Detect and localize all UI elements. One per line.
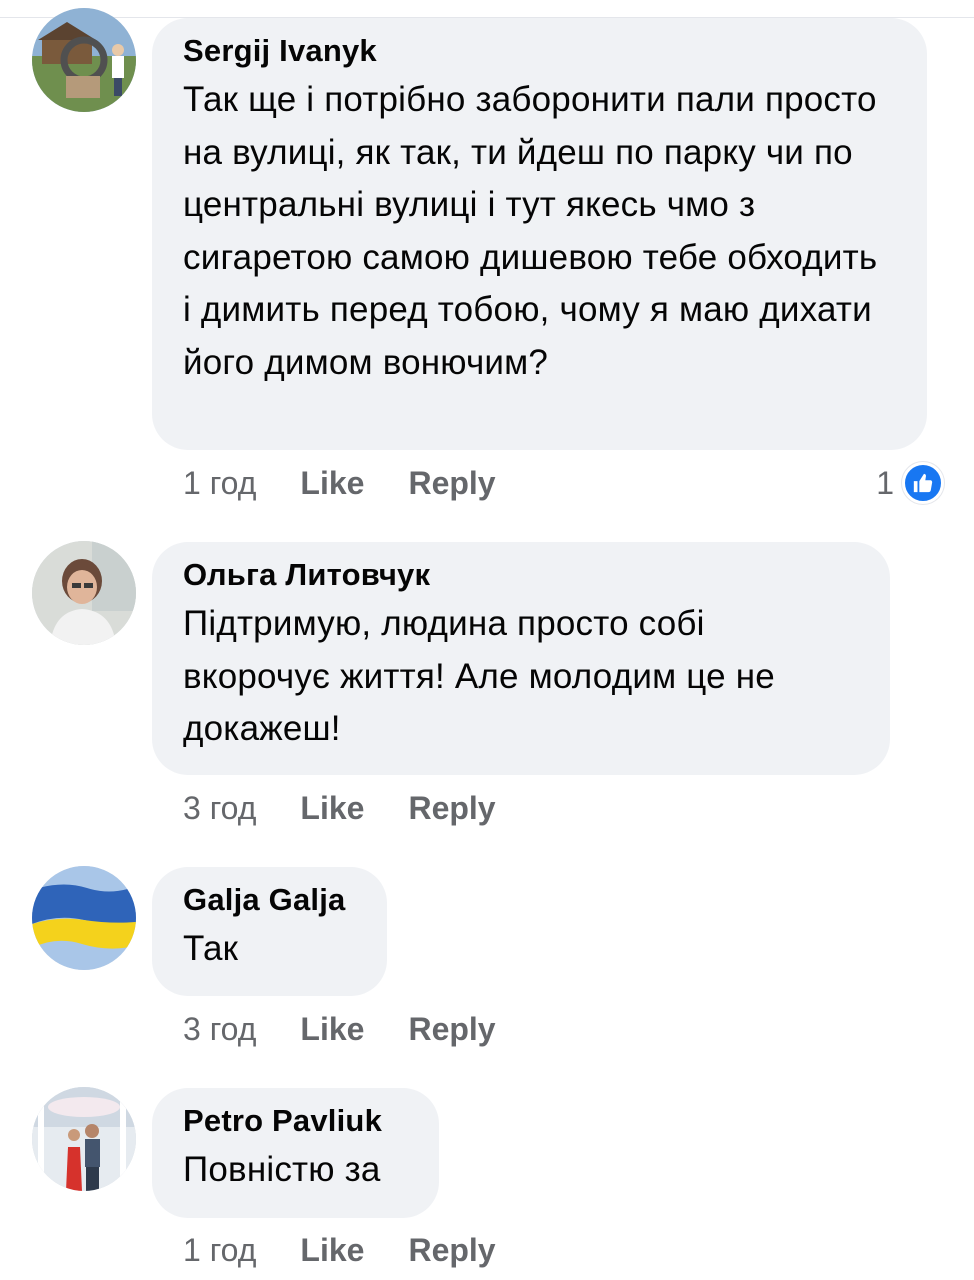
reply-button[interactable]: Reply — [408, 790, 495, 827]
avatar[interactable] — [32, 1087, 136, 1191]
comment-text: Так — [183, 929, 239, 968]
comment-actions: 1 год Like Reply — [183, 1230, 540, 1270]
reply-button[interactable]: Reply — [408, 1011, 495, 1048]
avatar-flag-icon — [32, 866, 136, 970]
comment-actions: 3 год Like Reply — [183, 788, 540, 828]
comment-author[interactable]: Galja Galja — [183, 881, 355, 919]
thumbs-up-icon — [902, 462, 944, 504]
like-button[interactable]: Like — [300, 465, 364, 502]
top-divider — [0, 0, 974, 18]
comment-text: Так ще і потрібно заборонити пали просто… — [183, 80, 878, 382]
avatar[interactable] — [32, 866, 136, 970]
comment-author[interactable]: Petro Pavliuk — [183, 1102, 407, 1140]
avatar[interactable] — [32, 541, 136, 645]
like-button[interactable]: Like — [300, 1232, 364, 1269]
comment-bubble: Ольга Литовчук Підтримую, людина просто … — [152, 542, 890, 775]
avatar-photo-icon — [32, 1087, 136, 1191]
reaction-count: 1 — [876, 464, 894, 501]
comment-bubble: Galja Galja Так — [152, 867, 387, 996]
comment-timestamp[interactable]: 1 год — [183, 465, 256, 502]
comment-bubble: Sergij Ivanyk Так ще і потрібно заборони… — [152, 18, 927, 450]
reply-button[interactable]: Reply — [408, 1232, 495, 1269]
like-button[interactable]: Like — [300, 1011, 364, 1048]
comment-text: Повністю за — [183, 1150, 381, 1189]
comment-timestamp[interactable]: 3 год — [183, 1011, 256, 1048]
comment-author[interactable]: Ольга Литовчук — [183, 556, 858, 594]
comment-timestamp[interactable]: 3 год — [183, 790, 256, 827]
comment-text: Підтримую, людина просто собі вкорочує ж… — [183, 604, 775, 748]
comment-actions: 3 год Like Reply — [183, 1009, 540, 1049]
comment-author[interactable]: Sergij Ivanyk — [183, 32, 895, 70]
reply-button[interactable]: Reply — [408, 465, 495, 502]
avatar-photo-icon — [32, 8, 136, 112]
reaction-summary[interactable]: 1 — [876, 461, 944, 505]
comment-bubble: Petro Pavliuk Повністю за — [152, 1088, 439, 1218]
comment-timestamp[interactable]: 1 год — [183, 1232, 256, 1269]
like-button[interactable]: Like — [300, 790, 364, 827]
comment-actions: 1 год Like Reply — [183, 463, 540, 503]
avatar-photo-icon — [32, 541, 136, 645]
avatar[interactable] — [32, 8, 136, 112]
